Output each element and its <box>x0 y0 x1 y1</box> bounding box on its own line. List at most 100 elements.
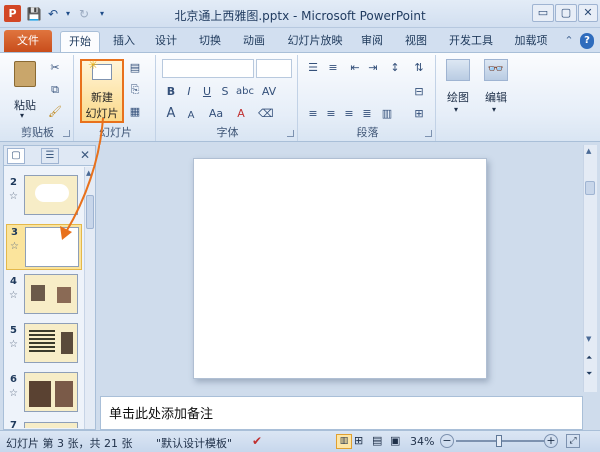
theme-name[interactable]: "默认设计模板" <box>156 435 232 451</box>
minimize-ribbon-icon[interactable]: ⌃ <box>562 31 576 53</box>
slide-number: 2 <box>10 177 17 188</box>
restore-button[interactable]: ▢ <box>555 4 577 22</box>
slide-thumbnail[interactable] <box>24 422 78 428</box>
numbering-icon[interactable]: ≡ <box>326 61 340 75</box>
slide-thumbnail[interactable] <box>24 372 78 412</box>
slideshow-icon[interactable]: ▣ <box>390 434 400 447</box>
slide-sorter-icon[interactable]: ⊞ <box>354 434 363 447</box>
zoom-in-icon[interactable]: + <box>544 434 558 448</box>
scroll-down-icon[interactable]: ▼ <box>586 335 591 343</box>
grow-font-button[interactable]: A <box>164 107 178 121</box>
minimize-button[interactable]: ▭ <box>532 4 554 22</box>
notes-pane[interactable]: 单击此处添加备注 <box>100 396 583 430</box>
text-block-shape <box>29 330 55 352</box>
align-center-icon[interactable]: ≡ <box>324 107 338 121</box>
clear-format-icon[interactable]: ⌫ <box>258 107 274 121</box>
spellcheck-icon[interactable]: ✔ <box>252 434 262 448</box>
layout-icon[interactable]: ▤ <box>128 61 142 75</box>
reset-icon[interactable]: ⎘ <box>128 83 142 97</box>
panel-scrollbar[interactable]: ▲ <box>84 167 95 429</box>
normal-view-icon[interactable]: ▥ <box>336 434 352 449</box>
tab-slideshow[interactable]: 幻灯片放映 <box>282 31 348 53</box>
smartart-icon[interactable]: ⊞ <box>412 107 426 121</box>
new-slide-button[interactable]: ✳ 新建 幻灯片 <box>80 58 124 123</box>
paste-button[interactable]: 粘贴 ▾ <box>8 59 42 120</box>
shadow-button[interactable]: abc <box>234 85 256 99</box>
text-direction-icon[interactable]: ⇅ <box>412 61 426 75</box>
editing-button[interactable]: 👓 编辑 ▾ <box>478 57 514 121</box>
zoom-slider-thumb[interactable] <box>496 435 502 447</box>
window-title: 北京通上西雅图.pptx - Microsoft PowerPoint <box>174 9 426 23</box>
previous-slide-icon[interactable]: ⏶ <box>586 353 592 363</box>
help-icon[interactable]: ? <box>580 33 594 49</box>
slide-thumb-row-selected[interactable]: 3 ☆ <box>6 224 82 270</box>
font-name-combo[interactable] <box>162 59 254 78</box>
slide-thumbnail[interactable] <box>24 274 78 314</box>
bullets-icon[interactable]: ☰ <box>306 61 320 75</box>
zoom-level[interactable]: 34% <box>410 435 434 448</box>
paste-dropdown-icon[interactable]: ▾ <box>20 111 24 120</box>
slide-thumb-row[interactable]: 6 ☆ <box>4 372 84 418</box>
slide-thumbnail-blank[interactable] <box>25 227 79 267</box>
scroll-thumb[interactable] <box>86 195 94 229</box>
paragraph-launcher-icon[interactable] <box>425 130 432 137</box>
cloud-shape <box>35 184 69 202</box>
outline-tab-icon[interactable]: ☰ <box>41 148 59 164</box>
columns-icon[interactable]: ▥ <box>380 107 394 121</box>
section-icon[interactable]: ▦ <box>128 105 142 119</box>
font-launcher-icon[interactable] <box>287 130 294 137</box>
editor-scrollbar[interactable]: ▲ ▼ ⏶ ⏷ <box>583 145 597 392</box>
copy-icon[interactable]: ⧉ <box>48 83 62 97</box>
char-spacing-button[interactable]: AV <box>260 85 278 99</box>
clipboard-launcher-icon[interactable] <box>63 130 70 137</box>
align-text-icon[interactable]: ⊟ <box>412 85 426 99</box>
animation-star-icon: ☆ <box>9 191 18 202</box>
slide-thumbnail[interactable] <box>24 323 78 363</box>
tab-animations[interactable]: 动画 <box>236 31 272 53</box>
scroll-thumb[interactable] <box>585 181 595 195</box>
shrink-font-button[interactable]: A <box>184 109 198 123</box>
align-left-icon[interactable]: ≡ <box>306 107 320 121</box>
strikethrough-button[interactable]: S <box>218 85 232 99</box>
increase-indent-icon[interactable]: ⇥ <box>366 61 380 75</box>
align-right-icon[interactable]: ≡ <box>342 107 356 121</box>
justify-icon[interactable]: ≣ <box>360 107 374 121</box>
scroll-up-icon[interactable]: ▲ <box>586 147 591 155</box>
slide-thumb-row[interactable]: 4 ☆ <box>4 274 84 320</box>
current-slide[interactable] <box>193 158 487 379</box>
decrease-indent-icon[interactable]: ⇤ <box>348 61 362 75</box>
cut-icon[interactable]: ✂ <box>48 61 62 75</box>
format-painter-icon[interactable]: 🖌 <box>48 105 62 119</box>
slide-thumb-row[interactable]: 2 ☆ <box>4 175 84 221</box>
slide-thumb-row[interactable]: 5 ☆ <box>4 323 84 369</box>
tab-design[interactable]: 设计 <box>148 31 184 53</box>
font-color-button[interactable]: A <box>234 107 248 121</box>
status-bar: 幻灯片 第 3 张，共 21 张 "默认设计模板" ✔ ▥ ⊞ ▤ ▣ 34% … <box>0 430 600 452</box>
font-size-combo[interactable] <box>256 59 292 78</box>
close-button[interactable]: ✕ <box>578 4 598 22</box>
slide-thumb-row[interactable]: 7 <box>4 418 84 428</box>
slides-tab-icon[interactable]: ▢ <box>7 148 25 164</box>
line-spacing-icon[interactable]: ↕ <box>388 61 402 75</box>
tab-insert[interactable]: 插入 <box>106 31 142 53</box>
tab-addins[interactable]: 加载项 <box>508 31 554 53</box>
next-slide-icon[interactable]: ⏷ <box>586 369 592 379</box>
change-case-button[interactable]: Aa <box>206 107 226 121</box>
underline-button[interactable]: U <box>200 85 214 99</box>
tab-view[interactable]: 视图 <box>398 31 434 53</box>
bold-button[interactable]: B <box>164 85 178 99</box>
tab-file[interactable]: 文件 <box>4 30 52 53</box>
zoom-out-icon[interactable]: − <box>440 434 454 448</box>
drawing-button[interactable]: 绘图 ▾ <box>440 57 476 121</box>
tab-home[interactable]: 开始 <box>60 31 100 53</box>
scroll-up-icon[interactable]: ▲ <box>86 169 94 177</box>
photo-shape <box>31 285 45 301</box>
tab-developer[interactable]: 开发工具 <box>444 31 498 53</box>
panel-close-button[interactable]: ✕ <box>76 148 94 164</box>
reading-view-icon[interactable]: ▤ <box>372 434 382 447</box>
tab-transitions[interactable]: 切换 <box>192 31 228 53</box>
tab-review[interactable]: 审阅 <box>354 31 390 53</box>
italic-button[interactable]: I <box>182 85 196 99</box>
slide-thumbnail[interactable] <box>24 175 78 215</box>
fit-to-window-icon[interactable]: ⤢ <box>566 434 580 448</box>
